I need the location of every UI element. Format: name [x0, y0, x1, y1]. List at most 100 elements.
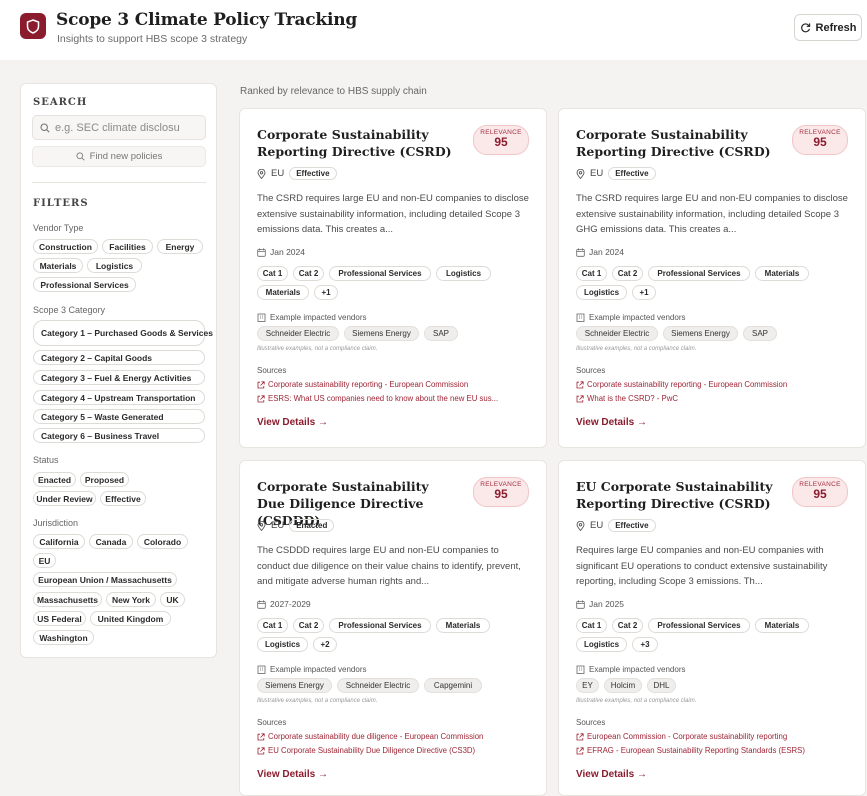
scope-category-label: Scope 3 Category: [33, 305, 106, 315]
filter-chip-vendor-type[interactable]: Materials: [33, 258, 83, 273]
filter-chip-scope-category[interactable]: Category 3 – Fuel & Energy Activities: [33, 370, 205, 385]
category-tag: Cat 2: [612, 266, 643, 281]
policy-description: Requires large EU companies and non-EU c…: [576, 545, 828, 587]
status-badge: Enacted: [289, 519, 335, 532]
policy-card[interactable]: Corporate Sustainability Reporting Direc…: [239, 108, 547, 448]
relevance-score: 95: [813, 487, 827, 501]
vendor-type-tag: Logistics: [436, 266, 491, 281]
vendor-pill: Capgemini: [424, 678, 482, 693]
vendor-disclaimer: Illustrative examples, not a compliance …: [257, 346, 378, 352]
filter-chip-status[interactable]: Proposed: [80, 472, 129, 487]
source-link[interactable]: ESRS: What US companies need to know abo…: [257, 394, 532, 403]
filter-chip-vendor-type[interactable]: Energy: [157, 239, 203, 254]
filter-chip-status[interactable]: Enacted: [33, 472, 76, 487]
category-tag: Cat 2: [293, 266, 324, 281]
source-link[interactable]: What is the CSRD? - PwC: [576, 394, 851, 403]
source-link-text: European Commission - Corporate sustaina…: [587, 732, 788, 741]
source-link[interactable]: Corporate sustainability reporting - Eur…: [576, 380, 851, 389]
ranked-caption: Ranked by relevance to HBS supply chain: [240, 86, 427, 97]
relevance-score: 95: [813, 135, 827, 149]
vendor-pill: Siemens Energy: [663, 326, 738, 341]
policy-card[interactable]: Corporate Sustainability Reporting Direc…: [558, 108, 866, 448]
relevance-badge: RELEVANCE 95: [792, 125, 848, 155]
search-field[interactable]: [32, 115, 206, 140]
filters-section-title: FILTERS: [33, 198, 89, 209]
vendors-label: Example impacted vendors: [257, 665, 367, 674]
filter-chip-jurisdiction[interactable]: European Union / Massachusetts: [33, 572, 177, 587]
source-link[interactable]: Corporate sustainability due diligence -…: [257, 732, 532, 741]
filter-chip-status[interactable]: Under Review: [33, 491, 96, 506]
date-text: Jan 2024: [589, 247, 624, 257]
filter-chip-jurisdiction[interactable]: UK: [160, 592, 185, 607]
view-details-link[interactable]: View Details →: [257, 417, 328, 428]
vendor-type-tag: Professional Services: [648, 618, 750, 633]
refresh-button[interactable]: Refresh: [794, 14, 862, 41]
search-icon: [40, 122, 50, 133]
search-input[interactable]: [55, 121, 205, 134]
category-tag: Cat 2: [293, 618, 324, 633]
vendor-disclaimer: Illustrative examples, not a compliance …: [576, 346, 697, 352]
filter-chip-jurisdiction[interactable]: United Kingdom: [90, 611, 171, 626]
search-icon: [75, 152, 85, 161]
policy-card[interactable]: Corporate Sustainability Due Diligence D…: [239, 460, 547, 796]
source-link[interactable]: EFRAG - European Sustainability Reportin…: [576, 746, 851, 755]
source-link[interactable]: European Commission - Corporate sustaina…: [576, 732, 851, 741]
filter-chip-jurisdiction[interactable]: New York: [106, 592, 156, 607]
filter-chip-status[interactable]: Effective: [100, 491, 146, 506]
jurisdiction-row: EU Effective: [576, 519, 656, 532]
filter-chip-jurisdiction[interactable]: Massachusetts: [33, 592, 102, 607]
filter-chip-vendor-type[interactable]: Logistics: [87, 258, 142, 273]
vendor-pill: Schneider Electric: [257, 326, 339, 341]
filter-chip-jurisdiction[interactable]: Washington: [33, 630, 94, 645]
policy-card[interactable]: EU Corporate Sustainability Reporting Di…: [558, 460, 866, 796]
find-new-policies-button[interactable]: Find new policies: [32, 146, 206, 167]
external-link-icon: [576, 380, 584, 388]
filter-chip-scope-category[interactable]: Category 5 – Waste Generated: [33, 409, 205, 424]
filter-chip-vendor-type[interactable]: Facilities: [102, 239, 153, 254]
view-details-link[interactable]: View Details →: [576, 769, 647, 780]
filter-chip-vendor-type[interactable]: Professional Services: [33, 277, 136, 292]
effective-date: Jan 2025: [576, 599, 624, 609]
external-link-icon: [257, 380, 265, 388]
vendor-pill: Holcim: [604, 678, 642, 693]
filter-chip-scope-category[interactable]: Category 2 – Capital Goods: [33, 350, 205, 365]
vendor-type-tag: Logistics: [576, 285, 627, 300]
filter-chip-jurisdiction[interactable]: US Federal: [33, 611, 86, 626]
filter-chip-vendor-type[interactable]: Construction: [33, 239, 98, 254]
filter-chip-jurisdiction[interactable]: California: [33, 534, 85, 549]
app-header: Scope 3 Climate Policy Tracking Insights…: [0, 0, 867, 60]
app-title: Scope 3 Climate Policy Tracking: [56, 10, 358, 30]
filter-chip-jurisdiction[interactable]: EU: [33, 553, 56, 568]
location-pin-icon: [576, 520, 585, 531]
view-details-link[interactable]: View Details →: [576, 417, 647, 428]
effective-date: Jan 2024: [257, 247, 305, 257]
calendar-icon: [576, 599, 585, 609]
vendor-type-tag: Professional Services: [648, 266, 750, 281]
vendors-label-text: Example impacted vendors: [589, 313, 686, 322]
filter-chip-scope-category[interactable]: Category 6 – Business Travel: [33, 428, 205, 443]
external-link-icon: [257, 746, 265, 754]
search-section-title: SEARCH: [33, 97, 88, 108]
source-link[interactable]: Corporate sustainability reporting - Eur…: [257, 380, 532, 389]
filter-chip-jurisdiction[interactable]: Canada: [89, 534, 133, 549]
view-details-link[interactable]: View Details →: [257, 769, 328, 780]
filter-chip-scope-category[interactable]: Category 1 – Purchased Goods & Services: [33, 320, 213, 346]
category-tag: Cat 1: [257, 266, 288, 281]
filter-chip-scope-category[interactable]: Category 4 – Upstream Transportation: [33, 390, 205, 405]
date-text: Jan 2024: [270, 247, 305, 257]
source-link-text: Corporate sustainability due diligence -…: [268, 732, 484, 741]
source-link-text: EFRAG - European Sustainability Reportin…: [587, 746, 805, 755]
building-icon: [576, 313, 585, 322]
shield-logo-icon: [20, 13, 46, 39]
policy-title: Corporate Sustainability Reporting Direc…: [576, 127, 771, 159]
vendors-label: Example impacted vendors: [576, 313, 686, 322]
vendor-type-tag: Materials: [436, 618, 490, 633]
vendor-pill: Siemens Energy: [344, 326, 419, 341]
vendor-type-tag: Professional Services: [329, 618, 431, 633]
filter-chip-jurisdiction[interactable]: Colorado: [137, 534, 188, 549]
source-link[interactable]: EU Corporate Sustainability Due Diligenc…: [257, 746, 532, 755]
external-link-icon: [576, 394, 584, 402]
calendar-icon: [576, 247, 585, 257]
building-icon: [257, 665, 266, 674]
relevance-badge: RELEVANCE 95: [473, 125, 529, 155]
